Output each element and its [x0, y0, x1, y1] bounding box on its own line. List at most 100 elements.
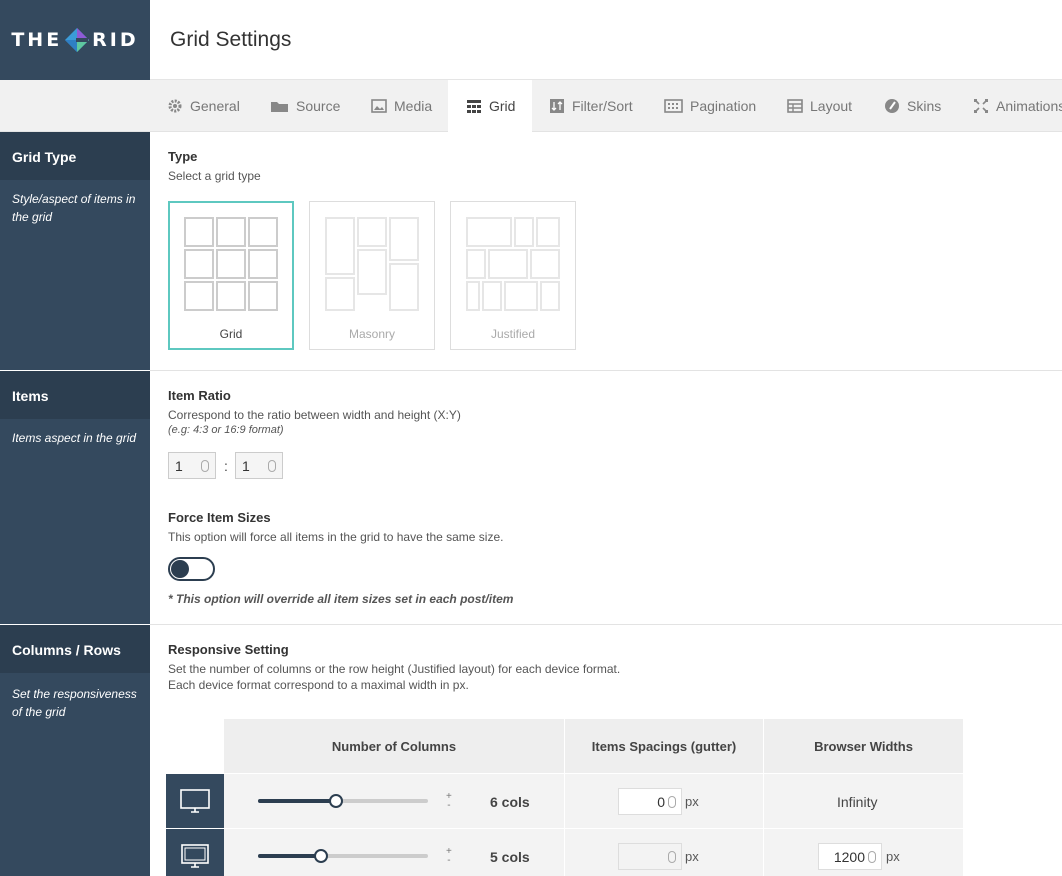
browser-width-value: Infinity — [837, 794, 878, 810]
page-title: Grid Settings — [170, 28, 292, 51]
column-header-widths: Browser Widths — [764, 719, 963, 773]
tab-source-label: Source — [296, 98, 341, 114]
sort-icon — [550, 99, 564, 113]
tab-filter-sort[interactable]: Filter/Sort — [549, 80, 633, 132]
tab-media[interactable]: Media — [371, 80, 432, 132]
columns-count: 5 cols — [490, 849, 530, 865]
tab-pagination-label: Pagination — [690, 98, 757, 114]
monitor-icon — [181, 844, 209, 868]
decrement-button[interactable]: - — [446, 856, 452, 866]
item-ratio-hint: (e.g: 4:3 or 16:9 format) — [168, 424, 284, 436]
columns-stepper[interactable]: + - — [446, 847, 452, 866]
columns-count: 6 cols — [490, 794, 530, 810]
top-bar: Grid Settings — [150, 0, 1062, 80]
columns-slider[interactable] — [258, 849, 428, 863]
slider-fill — [258, 799, 337, 803]
section-title: Grid Type — [0, 132, 150, 180]
section-description: Style/aspect of items in the grid — [12, 192, 136, 224]
image-icon — [371, 99, 387, 113]
column-divider — [763, 719, 764, 876]
browser-width-value: 1200 — [833, 849, 865, 865]
section-description: Items aspect in the grid — [12, 431, 137, 445]
browser-width-input[interactable]: 1200 — [818, 843, 882, 870]
tab-grid-label: Grid — [489, 98, 516, 114]
responsive-description-1: Set the number of columns or the row hei… — [168, 662, 621, 676]
tab-layout[interactable]: Layout — [787, 80, 852, 132]
ratio-y-value: 1 — [242, 458, 250, 474]
tab-skins-label: Skins — [907, 98, 942, 114]
tab-general[interactable]: General — [167, 80, 240, 132]
spinner-arrows-icon[interactable] — [668, 796, 676, 808]
divider — [150, 624, 1062, 625]
tab-animations-label: Animations — [996, 98, 1062, 114]
tab-source[interactable]: Source — [270, 80, 340, 132]
gutter-input[interactable]: 0 — [618, 788, 682, 815]
item-ratio-description: Correspond to the ratio between width an… — [168, 408, 461, 422]
responsive-description-2: Each device format correspond to a maxim… — [168, 678, 469, 692]
spinner-arrows-icon[interactable] — [268, 460, 276, 472]
tab-filter-sort-label: Filter/Sort — [572, 98, 633, 114]
responsive-label: Responsive Setting — [168, 642, 289, 657]
gutter-value: 0 — [657, 794, 665, 810]
columns-slider[interactable] — [258, 794, 428, 808]
logo-mark-icon — [65, 28, 90, 52]
divider — [150, 370, 1062, 371]
gear-icon — [168, 99, 182, 113]
grid-layout-icon — [184, 217, 278, 311]
logo-text-left: THE — [11, 29, 63, 51]
force-sizes-label: Force Item Sizes — [168, 510, 271, 525]
expand-icon — [974, 99, 988, 113]
section-columns-sidebar: Columns / Rows Set the responsiveness of… — [0, 625, 150, 876]
slider-fill — [258, 854, 321, 858]
ratio-y-input[interactable]: 1 — [235, 452, 283, 479]
tab-animations[interactable]: Animations — [973, 80, 1062, 132]
tab-grid[interactable]: Grid — [448, 80, 532, 132]
section-title: Items — [0, 371, 150, 419]
tab-skins[interactable]: Skins — [884, 80, 941, 132]
tab-general-label: General — [190, 98, 240, 114]
logo-text-right: RID — [92, 29, 139, 51]
type-description: Select a grid type — [168, 169, 261, 183]
palette-icon — [885, 99, 899, 113]
folder-icon — [271, 102, 288, 112]
pagination-icon — [664, 99, 683, 113]
section-description: Set the responsiveness of the grid — [12, 687, 137, 719]
gutter-unit: px — [685, 794, 699, 809]
ratio-x-value: 1 — [175, 458, 183, 474]
column-divider — [564, 719, 565, 876]
section-title: Columns / Rows — [0, 625, 150, 673]
spinner-arrows-icon[interactable] — [201, 460, 209, 472]
item-ratio-label: Item Ratio — [168, 388, 231, 403]
gutter-unit: px — [685, 849, 699, 864]
justified-layout-icon — [466, 217, 560, 311]
column-header-columns: Number of Columns — [224, 719, 564, 773]
layout-icon — [787, 99, 803, 113]
grid-type-masonry-option[interactable]: Masonry — [309, 201, 435, 350]
settings-tabs: General Source Media Grid Filter/Sort Pa… — [0, 80, 1062, 132]
ratio-separator: : — [224, 458, 228, 474]
section-items-sidebar: Items Items aspect in the grid — [0, 371, 150, 624]
tab-pagination[interactable]: Pagination — [664, 80, 756, 132]
desktop-icon — [180, 789, 210, 813]
spinner-arrows-icon[interactable] — [668, 851, 676, 863]
decrement-button[interactable]: - — [446, 801, 452, 811]
tab-media-label: Media — [394, 98, 433, 114]
section-grid-type-sidebar: Grid Type Style/aspect of items in the g… — [0, 132, 150, 370]
tab-layout-label: Layout — [810, 98, 853, 114]
slider-handle[interactable] — [313, 849, 328, 863]
columns-stepper[interactable]: + - — [446, 792, 452, 811]
grid-type-grid-label: Grid — [219, 327, 243, 341]
masonry-layout-icon — [325, 217, 419, 311]
force-sizes-toggle[interactable] — [168, 557, 215, 581]
browser-width-unit: px — [886, 849, 900, 864]
grid-type-masonry-label: Masonry — [348, 327, 395, 341]
ratio-x-input[interactable]: 1 — [168, 452, 216, 479]
gutter-input[interactable] — [618, 843, 682, 870]
logo: THE RID — [0, 0, 150, 80]
toggle-knob — [171, 560, 189, 578]
grid-type-justified-label: Justified — [490, 327, 536, 341]
grid-type-grid-option[interactable]: Grid — [168, 201, 294, 350]
column-header-gutter: Items Spacings (gutter) — [565, 719, 763, 773]
grid-type-justified-option[interactable]: Justified — [450, 201, 576, 350]
spinner-arrows-icon[interactable] — [868, 851, 876, 863]
